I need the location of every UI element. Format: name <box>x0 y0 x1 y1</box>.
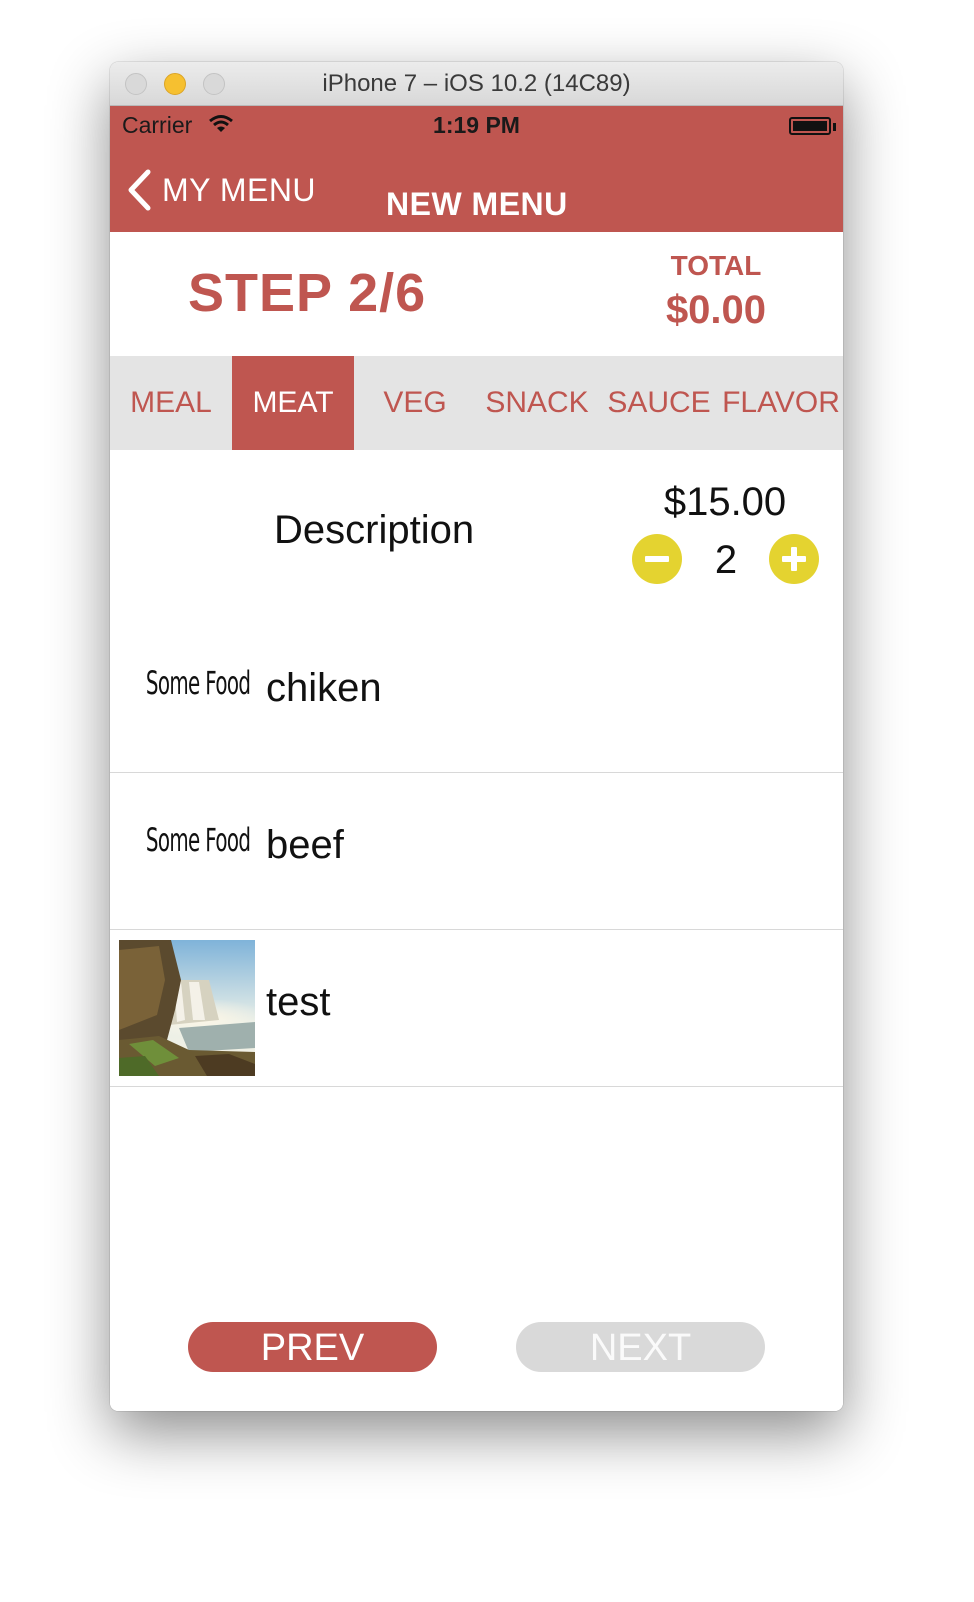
simulator-window: iPhone 7 – iOS 10.2 (14C89) Carrier 1:19… <box>110 62 843 1411</box>
nav-title: NEW MENU <box>386 186 568 222</box>
status-time: 1:19 PM <box>433 112 520 138</box>
prev-button[interactable]: PREV <box>188 1322 437 1372</box>
tab-flavor[interactable]: FLAVOR <box>720 356 842 450</box>
window-titlebar: iPhone 7 – iOS 10.2 (14C89) <box>110 62 843 106</box>
plus-icon-vertical <box>791 547 797 571</box>
back-label: MY MENU <box>162 171 317 208</box>
status-bar: Carrier 1:19 PM <box>110 106 843 146</box>
total-label: TOTAL <box>670 250 762 281</box>
device-screen: Carrier 1:19 PM MY MENU NEW MENU STEP 2/… <box>110 106 843 1411</box>
list-item[interactable]: Some Food beef <box>110 773 843 930</box>
step-indicator: STEP 2/6 <box>188 263 427 323</box>
list-item[interactable]: test <box>110 930 843 1087</box>
tab-veg[interactable]: VEG <box>354 356 476 450</box>
list-item-label: test <box>266 980 331 1024</box>
list-item-label: beef <box>266 823 344 867</box>
list-item[interactable]: Some Food chiken <box>110 616 843 773</box>
decrease-quantity-button[interactable] <box>632 534 682 584</box>
navigation-bar: MY MENU NEW MENU <box>110 146 843 232</box>
increase-quantity-button[interactable] <box>769 534 819 584</box>
list-item-label: chiken <box>266 666 382 710</box>
battery-icon <box>789 117 831 135</box>
item-price: $15.00 <box>663 480 787 524</box>
tab-sauce[interactable]: SAUCE <box>598 356 720 450</box>
tab-meat[interactable]: MEAT <box>232 356 354 450</box>
window-title: iPhone 7 – iOS 10.2 (14C89) <box>322 70 631 97</box>
back-button[interactable]: MY MENU <box>124 168 316 212</box>
description-row: Description $15.00 2 <box>110 450 843 616</box>
tab-snack[interactable]: SNACK <box>476 356 598 450</box>
description-label: Description <box>274 508 475 552</box>
battery-tip <box>833 123 836 131</box>
waterfall-landscape-image <box>119 940 255 1076</box>
minus-icon <box>645 556 669 562</box>
category-tabs: MEAL MEAT VEG SNACK SAUCE FLAVOR <box>110 356 843 450</box>
next-button[interactable]: NEXT <box>516 1322 765 1372</box>
food-placeholder-image: Some Food <box>145 664 251 702</box>
food-list: Some Food chiken Some Food beef test <box>110 616 843 1087</box>
tab-meal[interactable]: MEAL <box>110 356 232 450</box>
total-value: $0.00 <box>665 288 767 332</box>
chevron-left-icon <box>128 169 151 211</box>
food-placeholder-image: Some Food <box>145 821 251 859</box>
quantity-value: 2 <box>714 538 738 582</box>
step-header: STEP 2/6 TOTAL $0.00 <box>110 232 843 356</box>
